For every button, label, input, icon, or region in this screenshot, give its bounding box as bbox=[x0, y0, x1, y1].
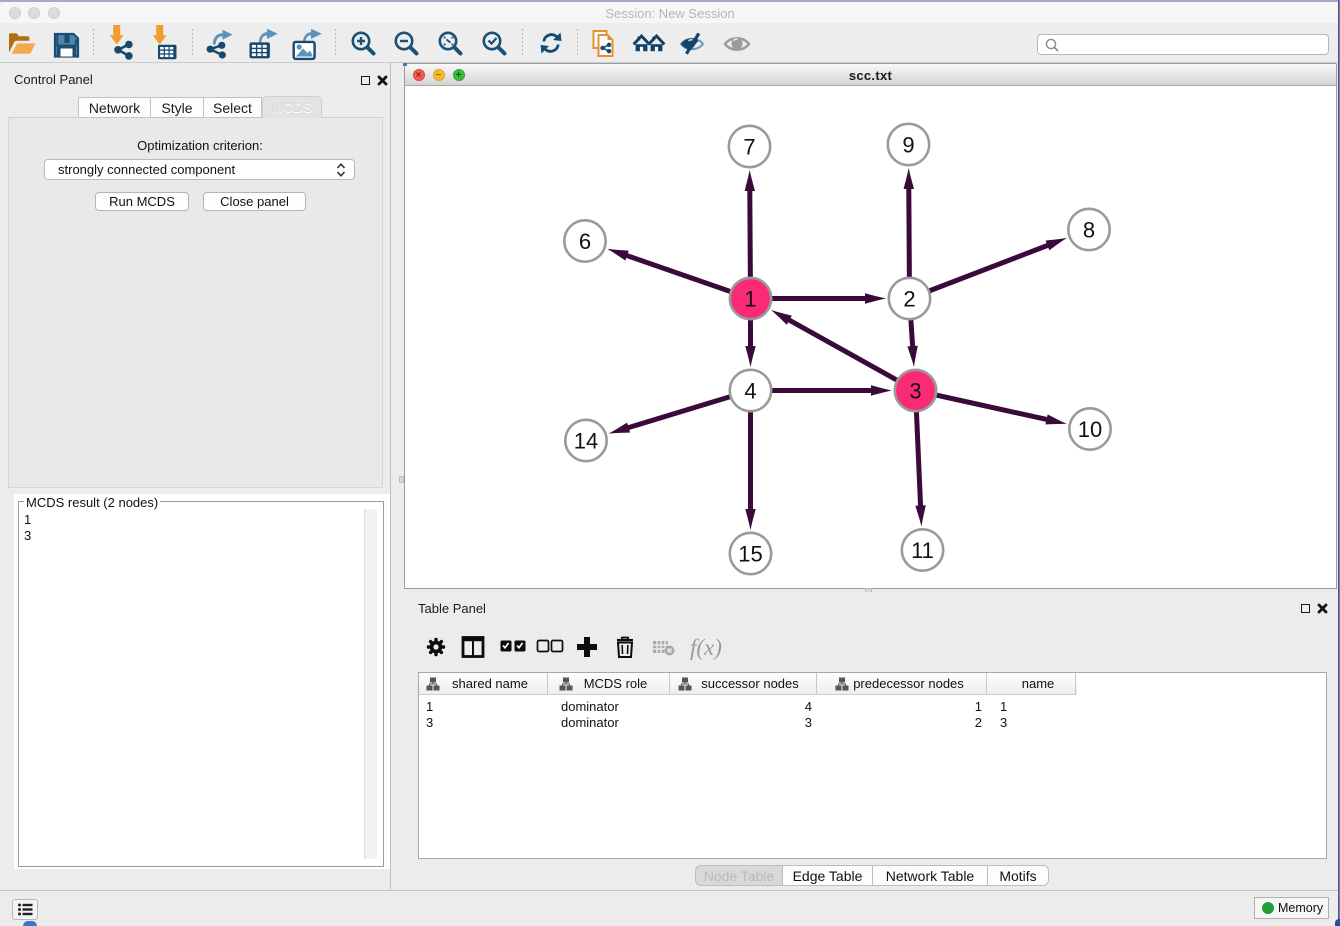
svg-text:1: 1 bbox=[744, 287, 756, 312]
svg-text:3: 3 bbox=[909, 379, 921, 404]
svg-text:4: 4 bbox=[744, 379, 756, 404]
svg-text:f(x): f(x) bbox=[690, 635, 722, 660]
svg-text:15: 15 bbox=[738, 542, 762, 567]
svg-text:7: 7 bbox=[743, 135, 755, 160]
svg-text:8: 8 bbox=[1083, 218, 1095, 243]
svg-text:2: 2 bbox=[903, 287, 915, 312]
svg-text:10: 10 bbox=[1078, 417, 1102, 442]
svg-text:11: 11 bbox=[911, 538, 934, 563]
svg-text:6: 6 bbox=[579, 229, 591, 254]
svg-text:9: 9 bbox=[902, 133, 914, 158]
svg-text:14: 14 bbox=[574, 429, 598, 454]
